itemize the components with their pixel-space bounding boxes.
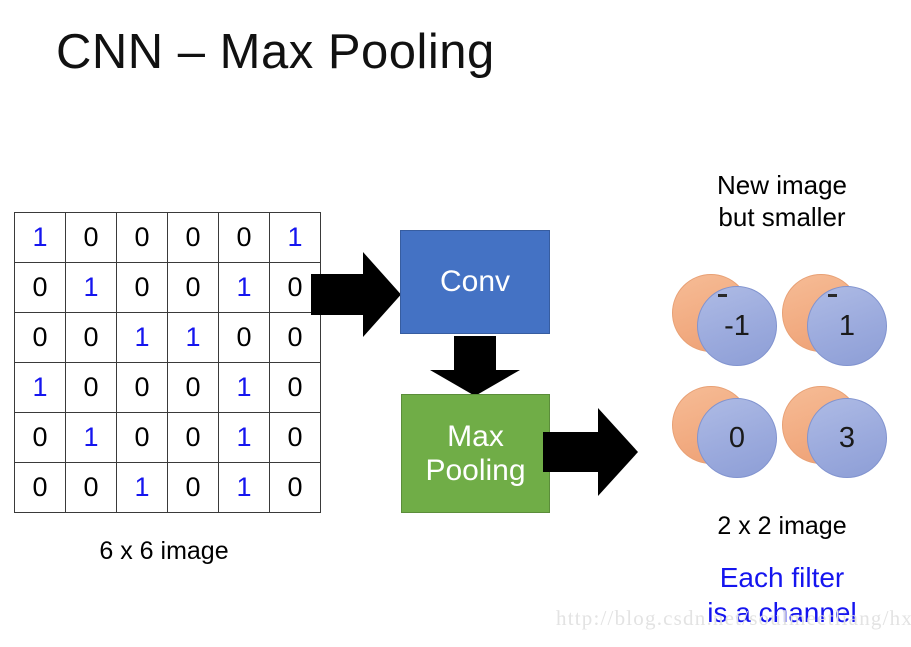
matrix-cell: 1 [116,312,168,363]
matrix-cell: 0 [65,362,117,413]
matrix-cell: 1 [218,362,270,413]
matrix-cell: 1 [218,262,270,313]
matrix-cell: 1 [65,262,117,313]
output-image-caption: 2 x 2 image [717,512,847,540]
matrix-cell: 1 [218,462,270,513]
table-row: 0 0 1 1 0 0 [14,312,321,363]
max-pooling-label-line1: Max [447,419,504,453]
matrix-cell: 0 [167,362,219,413]
matrix-body: 1 0 0 0 0 1 0 1 0 0 1 0 0 0 1 1 0 0 1 0 … [14,212,321,513]
matrix-cell: 0 [65,462,117,513]
matrix-cell: 1 [218,412,270,463]
matrix-cell: 1 [167,312,219,363]
matrix-cell: 0 [218,212,270,263]
matrix-cell: 1 [116,462,168,513]
max-pooling-block-label: Max Pooling [425,420,525,488]
occluded-value-mark [718,294,727,297]
front-circle: 3 [807,398,887,478]
output-heading: New image but smaller [664,170,900,233]
matrix-cell: 0 [167,212,219,263]
table-row: 1 0 0 0 1 0 [14,362,321,413]
arrow-right-icon [311,252,401,337]
matrix-cell: 0 [116,412,168,463]
output-feature-map: -1 1 0 3 [672,272,892,500]
table-row: 0 1 0 0 1 0 [14,412,321,463]
conv-block[interactable]: Conv [400,230,550,334]
matrix-cell: 0 [116,212,168,263]
matrix-cell: 0 [116,262,168,313]
matrix-cell: 0 [116,362,168,413]
table-row: 0 0 1 0 1 0 [14,462,321,513]
front-circle: 0 [697,398,777,478]
max-pooling-label-line2: Pooling [425,453,526,487]
matrix-cell: 0 [14,412,66,463]
each-filter-note-line1: Each filter [719,562,845,593]
matrix-cell: 0 [14,462,66,513]
matrix-cell: 0 [218,312,270,363]
front-circle: -1 [697,286,777,366]
max-pooling-block[interactable]: Max Pooling [401,394,550,513]
feature-cell: 0 [672,384,778,496]
output-heading-line2: but smaller [718,201,846,232]
feature-cell: 3 [782,384,888,496]
table-row: 1 0 0 0 0 1 [14,212,321,263]
page-title: CNN – Max Pooling [56,25,495,79]
output-heading-line1: New image [716,170,848,200]
arrow-down-icon [430,336,520,396]
matrix-cell: 0 [14,312,66,363]
front-circle: 1 [807,286,887,366]
matrix-cell: 0 [65,212,117,263]
input-image-matrix: 1 0 0 0 0 1 0 1 0 0 1 0 0 0 1 1 0 0 1 0 … [14,212,321,513]
matrix-cell: 0 [14,262,66,313]
matrix-cell: 1 [65,412,117,463]
matrix-cell: 0 [65,312,117,363]
matrix-cell: 0 [167,412,219,463]
watermark-text: http://blog.csdn.net/soulmeetliang/hxin [556,606,911,630]
table-row: 0 1 0 0 1 0 [14,262,321,313]
occluded-value-mark [828,294,837,297]
arrow-right-icon [543,408,638,496]
feature-cell: -1 [672,272,778,384]
matrix-cell: 0 [269,462,321,513]
matrix-cell: 1 [14,362,66,413]
matrix-cell: 0 [167,262,219,313]
matrix-cell: 1 [14,212,66,263]
matrix-table: 1 0 0 0 0 1 0 1 0 0 1 0 0 0 1 1 0 0 1 0 … [14,212,321,513]
matrix-cell: 0 [269,412,321,463]
conv-block-label: Conv [439,265,511,299]
matrix-cell: 0 [167,462,219,513]
input-image-caption: 6 x 6 image [99,537,229,565]
matrix-cell: 0 [269,362,321,413]
slide-canvas: CNN – Max Pooling 1 0 0 0 0 1 0 1 0 0 1 [0,0,911,647]
feature-cell: 1 [782,272,888,384]
